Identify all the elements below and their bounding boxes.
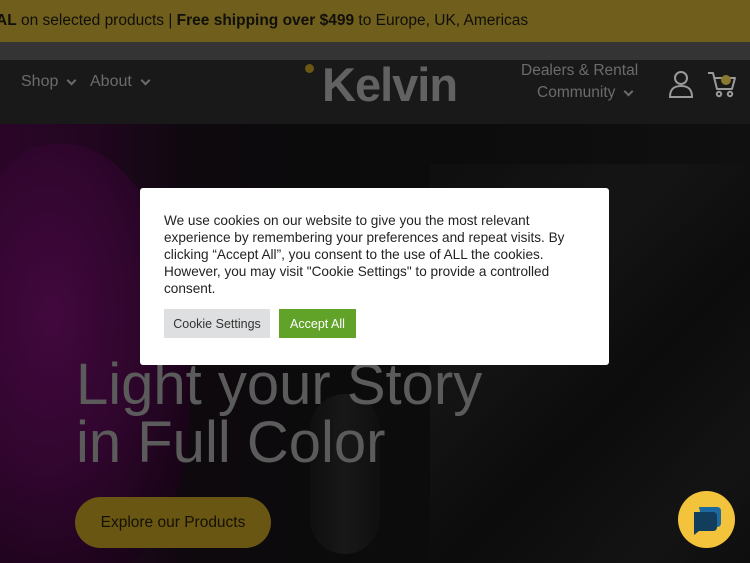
chat-icon — [693, 506, 721, 535]
cookie-settings-button[interactable]: Cookie Settings — [164, 309, 270, 338]
page: AL on selected products | Free shipping … — [0, 0, 750, 563]
chat-button[interactable] — [678, 491, 735, 548]
cookie-consent-dialog: We use cookies on our website to give yo… — [140, 188, 609, 365]
accept-all-button[interactable]: Accept All — [279, 309, 356, 338]
cart-icon[interactable] — [706, 70, 738, 98]
user-icon[interactable] — [668, 70, 694, 98]
cookie-message: We use cookies on our website to give yo… — [164, 213, 565, 296]
